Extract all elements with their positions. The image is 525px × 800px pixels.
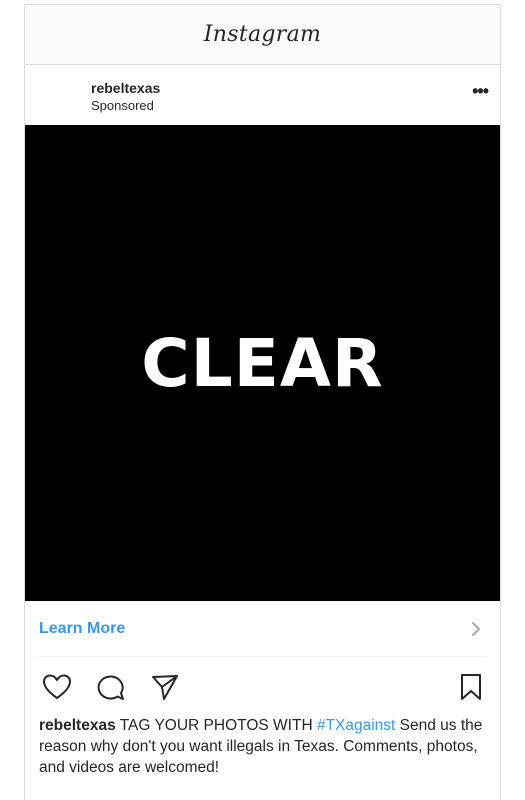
top-bar: Instagram — [25, 5, 500, 65]
post-actions — [25, 665, 500, 709]
bookmark-icon — [461, 674, 481, 700]
share-icon — [152, 675, 178, 700]
sponsored-label: Sponsored — [91, 98, 154, 113]
comment-icon — [97, 675, 124, 700]
caption-username[interactable]: rebeltexas — [39, 717, 116, 734]
heart-icon — [43, 674, 71, 699]
learn-more-label: Learn More — [39, 619, 126, 637]
post-header: rebeltexas Sponsored ••• — [25, 65, 500, 125]
comment-button[interactable] — [95, 671, 127, 703]
save-button[interactable] — [455, 671, 487, 703]
post-username[interactable]: rebeltexas — [91, 80, 160, 96]
instagram-logo[interactable]: Instagram — [204, 22, 321, 47]
post-caption: rebeltexas TAG YOUR PHOTOS WITH #TXagain… — [39, 715, 492, 778]
share-button[interactable] — [149, 671, 181, 703]
like-button[interactable] — [41, 671, 73, 703]
chevron-right-icon — [472, 621, 480, 636]
caption-hashtag[interactable]: #TXagainst — [317, 717, 395, 734]
instagram-frame: Instagram rebeltexas Sponsored ••• CLEAR… — [24, 4, 501, 800]
media-text: CLEAR — [141, 324, 384, 402]
learn-more-button[interactable]: Learn More — [39, 601, 486, 657]
more-options-button[interactable]: ••• — [472, 81, 489, 102]
caption-text: TAG YOUR PHOTOS WITH — [115, 717, 317, 734]
post-media[interactable]: CLEAR — [25, 125, 500, 601]
